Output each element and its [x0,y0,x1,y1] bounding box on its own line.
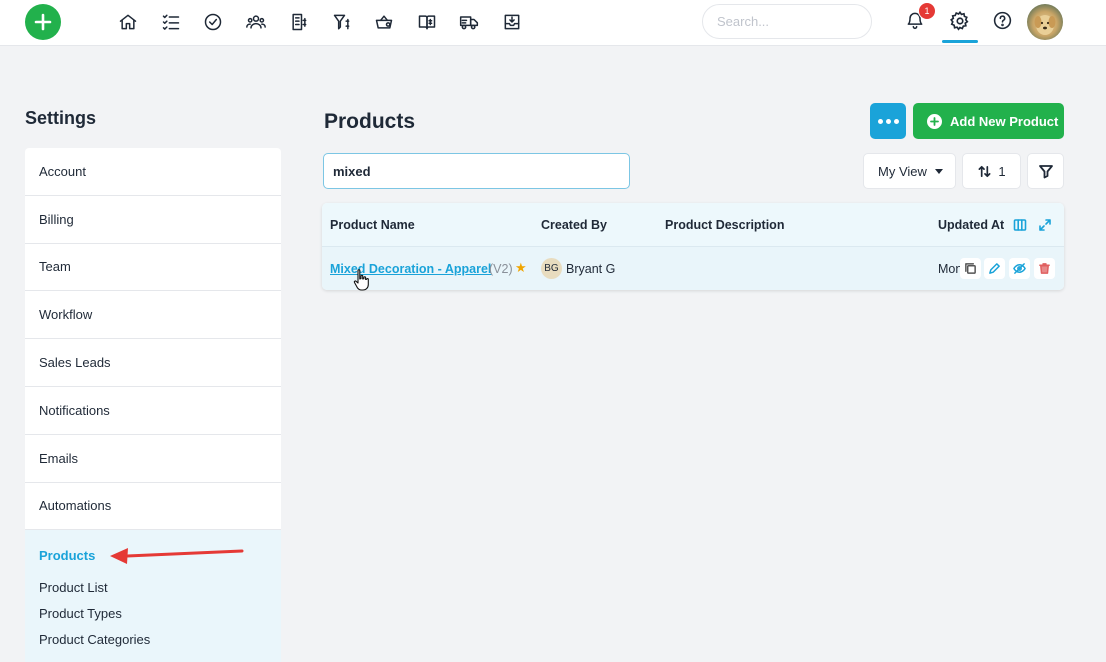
edit-pencil-icon[interactable] [984,258,1005,279]
delete-trash-icon[interactable] [1034,258,1055,279]
product-search-input[interactable] [323,153,630,189]
settings-heading: Settings [25,108,97,128]
filter-funnel-icon [1038,165,1053,179]
ellipsis-icon [877,118,883,124]
hide-eye-icon[interactable] [1009,258,1030,279]
product-version: (V2) [489,262,513,276]
view-selector-dropdown[interactable]: My View [863,153,956,189]
column-header-created-by[interactable]: Created By [541,218,607,232]
sidebar-item-emails[interactable]: Emails [25,435,281,483]
sidebar-item-automations[interactable]: Automations [25,483,281,531]
sort-arrows-icon [978,165,991,177]
delivery-truck-icon[interactable] [458,11,480,33]
plus-icon [34,13,52,31]
notification-count-badge: 1 [918,2,936,20]
gear-icon[interactable] [949,10,973,34]
top-navigation-bar: 1 [0,0,1106,46]
dog-photo-icon [1034,15,1056,35]
caret-down-icon [934,168,943,174]
sort-button[interactable]: 1 [962,153,1021,189]
active-page-indicator [942,40,978,43]
sidebar-item-team[interactable]: Team [25,244,281,292]
invoice-icon[interactable] [288,11,310,33]
creator-avatar: BG [541,258,562,279]
filter-button[interactable] [1027,153,1064,189]
sidebar-item-billing[interactable]: Billing [25,196,281,244]
star-icon[interactable]: ★ [515,260,527,276]
page-title: Products [324,110,416,133]
add-new-product-label: Add New Product [950,113,1059,129]
home-icon[interactable] [117,11,139,33]
sidebar-item-sales-leads[interactable]: Sales Leads [25,339,281,387]
more-options-button[interactable] [870,103,906,139]
sidebar-item-notifications[interactable]: Notifications [25,387,281,435]
hand-cursor-icon [353,269,369,291]
team-icon[interactable] [245,11,267,33]
user-avatar[interactable] [1027,4,1063,40]
products-table: Product Name Created By Product Descript… [322,203,1064,290]
check-circle-icon[interactable] [202,11,224,33]
sidebar-item-account[interactable]: Account [25,148,281,196]
global-add-button[interactable] [25,4,61,40]
sidebar-subitem-product-categories[interactable]: Product Categories [39,632,267,658]
inbox-icon[interactable] [501,11,523,33]
sidebar-subitem-product-types[interactable]: Product Types [39,606,267,632]
table-row[interactable]: Mixed Decoration - Apparel (V2) ★ BG Bry… [322,247,1064,290]
sidebar-item-workflow[interactable]: Workflow [25,291,281,340]
sidebar-subitem-product-list[interactable]: Product List [39,580,267,606]
help-icon[interactable] [992,10,1016,34]
sort-count: 1 [998,163,1006,179]
column-header-product-description[interactable]: Product Description [665,218,784,232]
duplicate-icon[interactable] [960,258,981,279]
plus-circle-icon [927,113,942,129]
creator-name: Bryant G [566,262,616,276]
basket-icon[interactable] [373,11,395,33]
catalog-book-icon[interactable] [416,11,438,33]
annotation-arrow [110,548,244,564]
columns-icon[interactable] [1010,215,1030,235]
expand-icon[interactable] [1035,215,1055,235]
view-selector-label: My View [878,163,927,179]
task-list-icon[interactable] [160,11,182,33]
column-header-product-name[interactable]: Product Name [330,218,415,232]
settings-sidebar: Account Billing Team Workflow Sales Lead… [25,148,281,662]
global-search-input[interactable] [702,4,872,39]
table-header: Product Name Created By Product Descript… [322,203,1064,247]
add-new-product-button[interactable]: Add New Product [913,103,1064,139]
pricing-filter-icon[interactable] [331,11,353,33]
column-header-updated-at[interactable]: Updated At [938,218,1006,232]
